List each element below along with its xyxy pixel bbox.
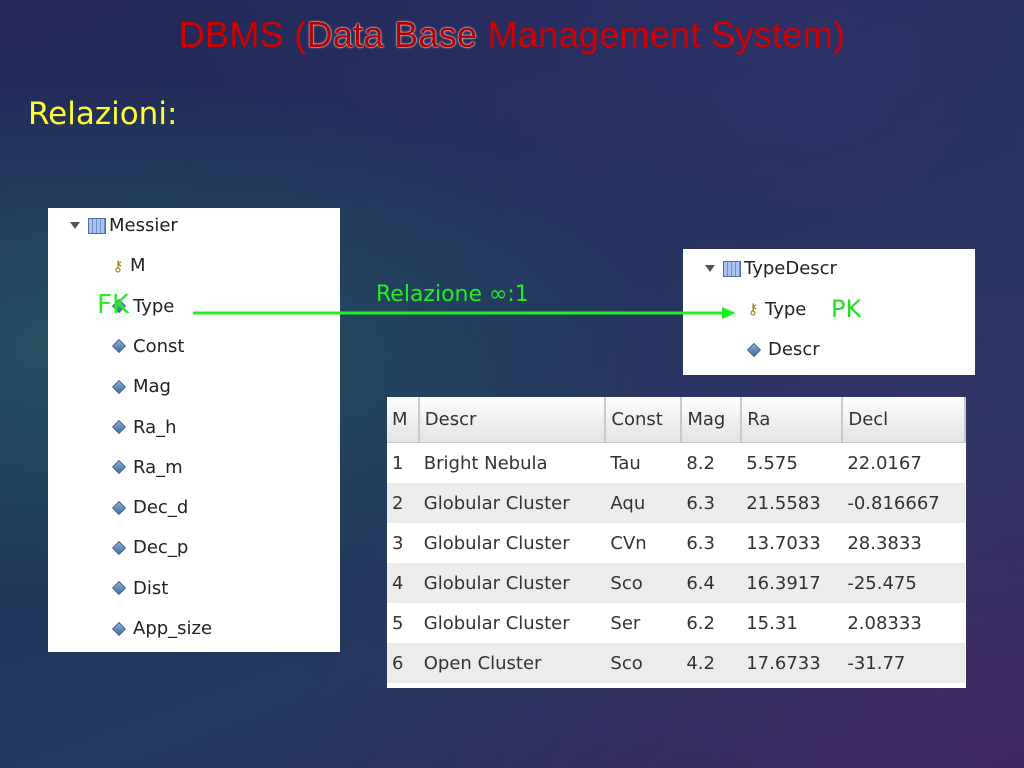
fk-label: FK <box>97 290 130 320</box>
table-row[interactable]: 6 Open Cluster Sco 4.2 17.6733 -31.77 <box>387 643 965 683</box>
table-cell: 6.4 <box>681 563 742 603</box>
table-cell: Sco <box>605 643 682 683</box>
table-cell: 5 <box>392 612 404 634</box>
table-cell: 28.3833 <box>847 532 922 554</box>
table-cell: Ser <box>610 612 641 634</box>
table-cell: 8.2 <box>686 452 715 474</box>
table-cell: Aqu <box>605 483 682 523</box>
table-cell: 15.31 <box>746 612 798 634</box>
column-header-decl[interactable]: Decl <box>842 397 966 443</box>
table-cell: 2.08333 <box>847 612 922 634</box>
table-cell: 4.2 <box>681 643 742 683</box>
table-cell: 13.7033 <box>746 532 821 554</box>
table-cell: 17.6733 <box>741 643 843 683</box>
relation-arrow-head <box>722 307 736 319</box>
table-row[interactable]: 5 Globular Cluster Ser 6.2 15.31 2.08333 <box>387 603 965 643</box>
column-header-const[interactable]: Const <box>605 397 683 443</box>
table-cell: Globular Cluster <box>423 612 570 634</box>
table-cell: -31.77 <box>842 643 965 683</box>
table-cell: Sco <box>605 563 682 603</box>
table-cell: 6 <box>387 643 419 683</box>
table-cell: 16.3917 <box>741 563 843 603</box>
table-cell: 4 <box>387 563 419 603</box>
table-cell: Globular Cluster <box>418 563 606 603</box>
result-table: M Descr Const Mag Ra Decl 1 Bright Nebula Tau 8.… <box>387 397 966 688</box>
table-cell: Open Cluster <box>418 643 606 683</box>
relation-label: Relazione ∞:1 <box>376 282 529 307</box>
table-cell: 22.0167 <box>847 452 922 474</box>
table-cell: 6.3 <box>686 532 715 554</box>
table-header-row: M Descr Const Mag Ra Decl <box>387 397 966 443</box>
table-cell: Globular Cluster <box>418 483 606 523</box>
column-header-m[interactable]: M <box>387 397 420 443</box>
table-cell: 21.5583 <box>741 483 843 523</box>
pk-label: PK <box>831 295 862 323</box>
table-body: 1 Bright Nebula Tau 8.2 5.575 22.0167 2 Globula… <box>387 443 965 683</box>
table-cell: -25.475 <box>842 563 965 603</box>
column-header-mag[interactable]: Mag <box>681 397 743 443</box>
table-cell: 6.3 <box>681 483 742 523</box>
table-row[interactable]: 4 Globular Cluster Sco 6.4 16.3917 -25.475 <box>387 563 965 603</box>
table-cell: CVn <box>610 532 647 554</box>
table-row[interactable]: 1 Bright Nebula Tau 8.2 5.575 22.0167 <box>387 443 965 484</box>
column-header-descr[interactable]: Descr <box>418 397 607 443</box>
table-cell: -0.816667 <box>842 483 965 523</box>
table-cell: Tau <box>610 452 641 474</box>
table-cell: Bright Nebula <box>423 452 548 474</box>
table-cell: 2 <box>387 483 419 523</box>
table-cell: Globular Cluster <box>423 532 570 554</box>
table-cell: 5.575 <box>746 452 798 474</box>
table-row[interactable]: 2 Globular Cluster Aqu 6.3 21.5583 -0.816667 <box>387 483 965 523</box>
table-cell: 6.2 <box>686 612 715 634</box>
column-header-ra[interactable]: Ra <box>741 397 844 443</box>
table-cell: 3 <box>392 532 404 554</box>
table-row[interactable]: 3 Globular Cluster CVn 6.3 13.7033 28.3833 <box>387 523 965 563</box>
table-cell: 1 <box>392 452 404 474</box>
